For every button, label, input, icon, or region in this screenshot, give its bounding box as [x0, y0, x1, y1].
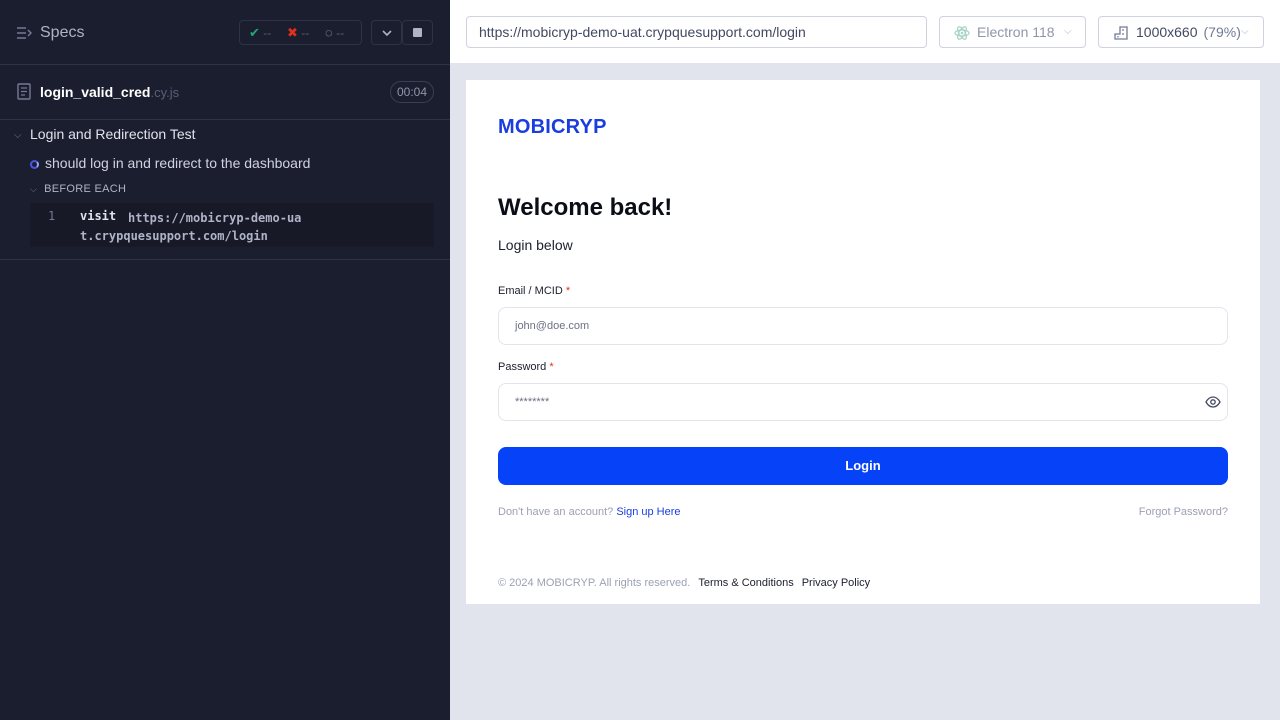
chevron-down-icon: ⌵ — [14, 130, 22, 141]
required-marker: * — [549, 361, 554, 373]
chevron-down-icon: ⌵ — [1064, 26, 1072, 37]
duration-badge: 00:04 — [389, 81, 434, 103]
terms-link[interactable]: Terms & Conditions — [698, 577, 793, 589]
test-stats: ✔ -- ✖ -- ◌ -- — [239, 20, 362, 45]
chevron-down-icon — [382, 30, 392, 37]
password-label-text: Password — [498, 361, 547, 373]
failed-count: -- — [301, 26, 310, 40]
url-bar[interactable]: https://mobicryp-demo-uat.crypquesupport… — [466, 16, 927, 48]
file-icon — [17, 83, 31, 100]
signup-prompt: Don't have an account? Sign up Here — [498, 506, 681, 518]
page-title: Welcome back! — [498, 194, 673, 221]
eye-icon[interactable] — [1205, 395, 1221, 409]
command-name: visit — [80, 209, 117, 223]
login-button[interactable]: Login — [498, 447, 1228, 485]
divider — [0, 259, 450, 260]
x-icon: ✖ — [287, 25, 298, 40]
browser-selector[interactable]: Electron 118 ⌵ — [939, 16, 1086, 48]
command-number: 1 — [48, 209, 56, 223]
privacy-link[interactable]: Privacy Policy — [802, 577, 870, 589]
specs-icon[interactable] — [16, 26, 32, 40]
spec-extension: .cy.js — [150, 85, 180, 100]
password-label: Password * — [498, 361, 554, 373]
spinner-icon: ◌ — [325, 25, 333, 40]
copyright-text: © 2024 MOBICRYP. All rights reserved. — [498, 577, 691, 589]
viewport-scale: (79%) — [1203, 24, 1241, 40]
forgot-password-link[interactable]: Forgot Password? — [1139, 506, 1228, 518]
hook-header[interactable]: ⌵ BEFORE EACH — [30, 183, 126, 195]
pending-stat: ◌ -- — [325, 25, 344, 40]
check-icon: ✔ — [249, 25, 260, 40]
signup-prompt-text: Don't have an account? — [498, 506, 614, 518]
viewport-label: 1000x660 (79%) — [1136, 17, 1241, 47]
chevron-down-icon: ⌵ — [1241, 26, 1249, 37]
specs-button-label[interactable]: Specs — [40, 24, 84, 42]
suite-title[interactable]: ⌵ Login and Redirection Test — [14, 126, 196, 142]
passed-stat: ✔ -- — [249, 25, 271, 41]
password-field[interactable]: ******** — [498, 383, 1228, 421]
electron-icon — [954, 26, 970, 40]
stop-icon — [413, 28, 422, 37]
signup-link[interactable]: Sign up Here — [616, 506, 680, 518]
command-row[interactable]: 1 https://mobicryp-demo-uat.crypquesuppo… — [30, 203, 434, 247]
spec-name-text: login_valid_cred — [40, 84, 151, 100]
chevron-down-icon: ⌵ — [30, 184, 38, 194]
spec-file-row: login_valid_cred.cy.js 00:04 — [0, 65, 450, 120]
test-title-text: should log in and redirect to the dashbo… — [45, 155, 311, 171]
suite-title-text: Login and Redirection Test — [30, 126, 196, 142]
aut-header: https://mobicryp-demo-uat.crypquesupport… — [450, 0, 1280, 64]
ruler-icon — [1114, 26, 1128, 40]
test-title[interactable]: should log in and redirect to the dashbo… — [30, 155, 310, 171]
failed-stat: ✖ -- — [287, 25, 309, 41]
hook-label: BEFORE EACH — [44, 183, 127, 195]
footer: © 2024 MOBICRYP. All rights reserved. Ter… — [498, 577, 870, 589]
email-field[interactable]: john@doe.com — [498, 307, 1228, 345]
email-label: Email / MCID * — [498, 285, 570, 297]
brand-logo[interactable]: MOBICRYP — [498, 116, 607, 139]
reporter-header: Specs ✔ -- ✖ -- ◌ -- — [0, 0, 450, 65]
required-marker: * — [565, 285, 571, 297]
collapse-all-button[interactable] — [371, 20, 402, 45]
passed-count: -- — [263, 26, 272, 40]
stop-button[interactable] — [402, 20, 433, 45]
viewport-selector[interactable]: 1000x660 (79%) ⌵ — [1098, 16, 1264, 48]
command-log-panel: Specs ✔ -- ✖ -- ◌ -- login_valid_cred.cy… — [0, 0, 450, 720]
pending-count: -- — [336, 26, 345, 40]
browser-label: Electron 118 — [977, 24, 1055, 40]
viewport-size: 1000x660 — [1136, 24, 1198, 40]
running-spinner-icon — [30, 160, 39, 169]
spec-name: login_valid_cred.cy.js — [40, 84, 179, 100]
page-subtitle: Login below — [498, 237, 573, 253]
email-label-text: Email / MCID — [498, 285, 563, 297]
password-value: ******** — [515, 396, 550, 408]
app-under-test: MOBICRYP Welcome back! Login below Email… — [466, 80, 1260, 604]
